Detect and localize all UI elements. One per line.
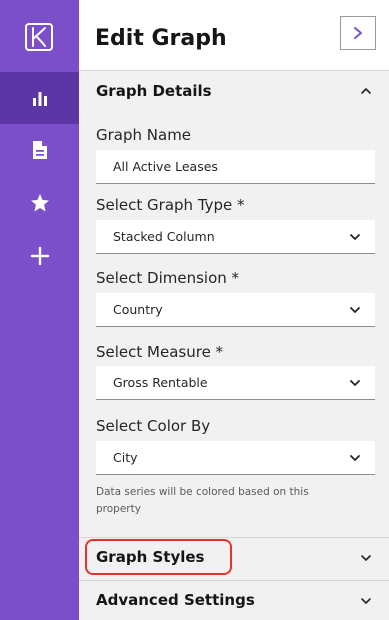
sidebar-item-favorites[interactable] [0, 177, 79, 229]
chevron-down-icon [361, 598, 371, 604]
graph-type-value: Stacked Column [113, 229, 215, 244]
document-icon [32, 141, 47, 159]
graph-type-label: Select Graph Type * [96, 196, 245, 214]
section-title-advanced-settings: Advanced Settings [96, 591, 255, 609]
panel-header: Edit Graph [79, 0, 389, 70]
measure-select[interactable]: Gross Rentable [96, 366, 375, 400]
plus-icon [30, 246, 49, 266]
edit-graph-panel: Edit Graph Graph Details Graph Name All … [79, 0, 389, 620]
collapse-panel-button[interactable] [340, 16, 376, 50]
sidebar-item-graphs[interactable] [0, 72, 79, 124]
measure-value: Gross Rentable [113, 375, 208, 390]
chevron-down-icon [350, 455, 360, 461]
page-title: Edit Graph [95, 26, 227, 51]
chevron-down-icon [350, 234, 360, 240]
graph-name-label: Graph Name [96, 126, 192, 144]
chevron-down-icon [361, 555, 371, 561]
color-by-select[interactable]: City [96, 441, 375, 475]
star-icon [30, 194, 49, 212]
dimension-select[interactable]: Country [96, 293, 375, 327]
sidebar-item-reports[interactable] [0, 124, 79, 176]
sidebar [0, 0, 79, 620]
graph-name-input[interactable]: All Active Leases [96, 150, 375, 184]
color-by-label: Select Color By [96, 417, 211, 435]
section-advanced-settings[interactable]: Advanced Settings [79, 581, 389, 620]
color-by-value: City [113, 450, 138, 465]
app-window: Edit Graph Graph Details Graph Name All … [0, 0, 389, 620]
section-title-graph-details: Graph Details [96, 82, 212, 100]
graph-type-select[interactable]: Stacked Column [96, 220, 375, 254]
measure-label: Select Measure * [96, 343, 224, 361]
chevron-up-icon [361, 88, 371, 94]
graph-name-value: All Active Leases [113, 159, 218, 174]
chevron-down-icon [350, 380, 360, 386]
section-graph-details[interactable]: Graph Details [79, 71, 389, 111]
chevron-right-icon [354, 27, 362, 39]
sidebar-item-add[interactable] [0, 230, 79, 282]
graph-styles-highlight [85, 539, 232, 575]
dimension-value: Country [113, 302, 163, 317]
color-by-helper-text: Data series will be colored based on thi… [96, 486, 309, 515]
k-logo-icon[interactable] [11, 8, 67, 66]
dimension-label: Select Dimension * [96, 269, 240, 287]
bar-chart-icon [32, 92, 47, 106]
chevron-down-icon [350, 307, 360, 313]
